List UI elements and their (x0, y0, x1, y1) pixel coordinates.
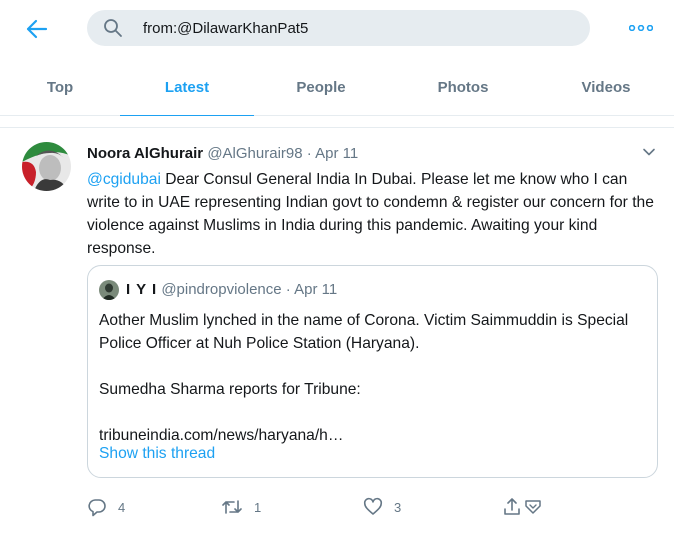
tweet-header: Noora AlGhurair @AlGhurair98 · Apr 11 (87, 145, 358, 162)
quoted-date: Apr 11 (294, 281, 338, 298)
tab-photos[interactable]: Photos (388, 58, 538, 116)
heart-icon (363, 497, 383, 515)
share-button[interactable] (502, 496, 542, 518)
tweet-body: Dear Consul General India In Dubai. Plea… (87, 171, 654, 257)
retweet-button[interactable]: 1 (221, 496, 261, 518)
tweet-text: @cgidubai Dear Consul General India In D… (87, 168, 657, 260)
quoted-author-handle: @pindropviolence (161, 281, 282, 298)
share-dropdown-icon (525, 500, 541, 514)
quoted-meta-separator: · (285, 281, 291, 298)
tab-latest[interactable]: Latest (120, 58, 254, 117)
reply-icon (88, 499, 106, 517)
like-button[interactable]: 3 (363, 496, 401, 518)
back-button[interactable] (22, 14, 52, 44)
quoted-header: I Y I @pindropviolence · Apr 11 (126, 281, 337, 298)
tweet-date[interactable]: Apr 11 (315, 145, 358, 162)
search-bar[interactable] (87, 10, 590, 46)
author-name[interactable]: Noora AlGhurair (87, 145, 203, 162)
search-header (0, 0, 674, 58)
quoted-link: tribuneindia.com/news/haryana/h… (99, 427, 344, 444)
chevron-down-icon[interactable] (640, 143, 658, 161)
reply-count: 4 (118, 499, 126, 515)
more-dots-icon (629, 25, 653, 31)
retweet-count: 1 (254, 499, 262, 515)
quoted-line-1: Aother Muslim lynched in the name of Cor… (99, 312, 629, 352)
tweet-actions: 4 1 3 (87, 496, 658, 520)
tab-people[interactable]: People (254, 58, 388, 116)
more-options-button[interactable] (626, 16, 656, 40)
avatar-image (22, 142, 71, 191)
mention-link[interactable]: @cgidubai (87, 171, 161, 188)
search-tabs: Top Latest People Photos Videos (0, 58, 674, 117)
tab-videos[interactable]: Videos (538, 58, 674, 116)
quoted-text: Aother Muslim lynched in the name of Cor… (99, 309, 644, 447)
search-icon (104, 19, 122, 37)
quoted-tweet[interactable]: I Y I @pindropviolence · Apr 11 Aother M… (87, 265, 658, 478)
retweet-icon (222, 500, 242, 514)
reply-button[interactable]: 4 (87, 496, 125, 518)
meta-separator: · (306, 145, 312, 162)
share-icon (504, 498, 520, 515)
quoted-line-2: Sumedha Sharma reports for Tribune: (99, 381, 361, 398)
quoted-avatar[interactable] (99, 280, 119, 300)
avatar[interactable] (22, 142, 71, 191)
search-input[interactable] (143, 10, 573, 46)
like-count: 3 (394, 499, 402, 515)
back-arrow-icon (26, 19, 48, 39)
tab-top[interactable]: Top (0, 58, 120, 116)
show-thread-link[interactable]: Show this thread (99, 445, 215, 463)
quoted-author-name: I Y I (126, 281, 158, 298)
author-handle[interactable]: @AlGhurair98 (207, 145, 302, 162)
section-divider (0, 116, 674, 128)
tweet[interactable]: Noora AlGhurair @AlGhurair98 · Apr 11 @c… (0, 129, 674, 538)
quoted-avatar-image (99, 280, 119, 300)
